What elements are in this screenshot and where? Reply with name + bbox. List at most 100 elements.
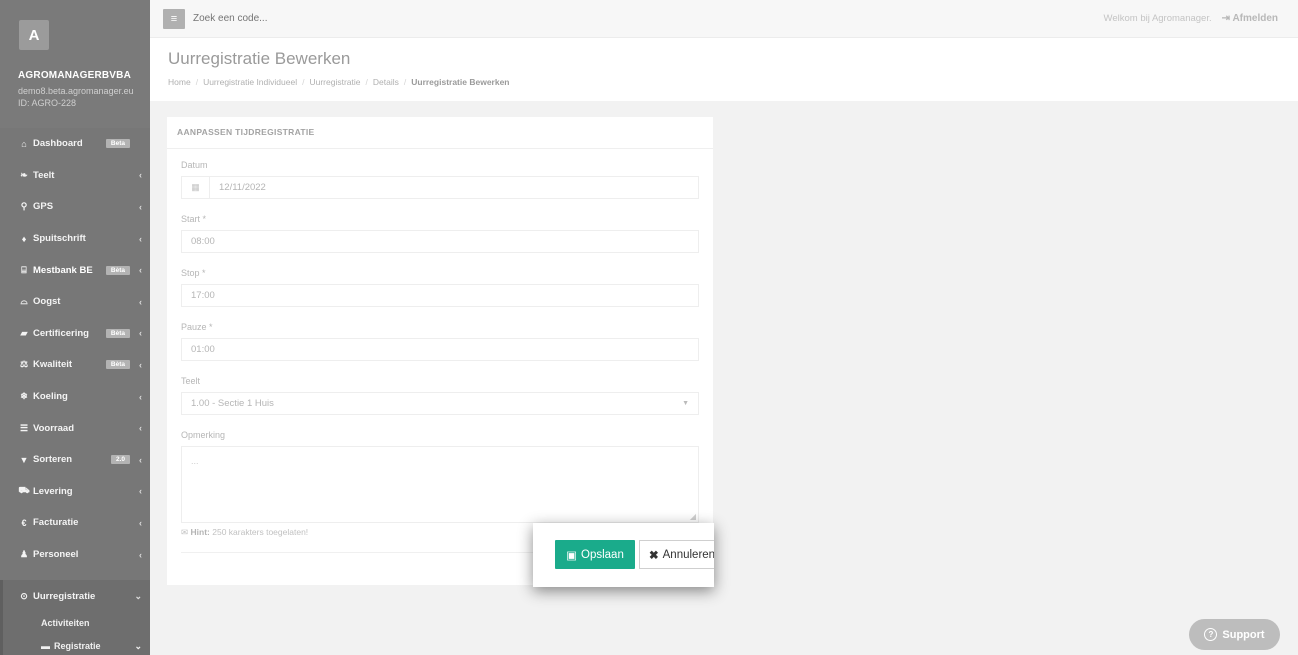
- teelt-label: Teelt: [181, 376, 201, 386]
- bank-icon: ⌸: [21, 264, 27, 275]
- sidebar-item-label: Kwaliteit: [33, 359, 73, 371]
- filter-icon: ▼: [19, 454, 29, 465]
- beta-badge: Bèta: [105, 328, 130, 338]
- chevron-left-icon: ‹: [139, 423, 142, 434]
- chevron-left-icon: ‹: [139, 265, 142, 276]
- question-icon: ?: [1204, 628, 1218, 641]
- topbar: ≡ Welkom bij Agromanager. ⇥ Afmelden: [150, 0, 1298, 38]
- chevron-left-icon: ‹: [139, 454, 142, 465]
- sidebar-item-sorteren[interactable]: ▼ Sorteren 2.0 ‹: [0, 444, 150, 476]
- company-id: ID: AGRO-228: [18, 98, 77, 108]
- sidebar-header: A AGROMANAGERBVBA demo8.beta.agromanager…: [0, 0, 150, 128]
- breadcrumb-separator: /: [403, 77, 407, 87]
- comments-icon: ✉: [181, 527, 189, 537]
- calendar-icon[interactable]: ▦: [182, 177, 210, 198]
- sidebar-item-label: Spuitschrift: [33, 233, 86, 245]
- breadcrumb-separator: /: [365, 77, 368, 87]
- sidebar-item-label: Oogst: [33, 296, 61, 308]
- form-actions-highlight: ▣ Opslaan ✖ Annuleren: [533, 523, 714, 587]
- certificate-icon: ▰: [20, 327, 28, 338]
- search-input[interactable]: [193, 13, 453, 24]
- company-domain: demo8.beta.agromanager.eu: [18, 86, 134, 96]
- chevron-left-icon: ‹: [139, 328, 142, 339]
- sidebar-item-certificering[interactable]: ▰ Certificering Bèta ‹: [0, 318, 150, 350]
- breadcrumb-home[interactable]: Home: [168, 77, 191, 87]
- sidebar-item-oogst[interactable]: ⌓ Oogst ‹: [0, 286, 150, 318]
- stop-value: 17:00: [191, 290, 215, 301]
- thermometer-icon: ❄: [20, 391, 28, 402]
- pauze-field[interactable]: 01:00: [181, 338, 699, 361]
- chevron-left-icon: ‹: [139, 296, 142, 307]
- start-field[interactable]: 08:00: [181, 230, 699, 253]
- sidebar-item-mestbank[interactable]: ⌸ Mestbank BE Bèta ‹: [0, 254, 150, 286]
- chevron-left-icon: ‹: [139, 201, 142, 212]
- datum-field[interactable]: ▦ 12/11/2022: [181, 176, 699, 199]
- sidebar-item-label: Koeling: [33, 391, 68, 403]
- sidebar-item-levering[interactable]: ⛟ Levering ‹: [0, 476, 150, 508]
- chevron-left-icon: ‹: [139, 517, 142, 528]
- sidebar-subitem-label: Activiteiten: [41, 618, 90, 629]
- start-label: Start *: [181, 214, 207, 224]
- sidebar-item-label: GPS: [33, 201, 54, 213]
- pauze-value: 01:00: [191, 344, 215, 355]
- sidebar-item-label: Mestbank BE: [33, 264, 93, 276]
- sidebar-item-label: Sorteren: [33, 454, 73, 466]
- scale-icon: ⚖: [19, 359, 29, 370]
- sidebar-item-facturatie[interactable]: € Facturatie ‹: [0, 507, 150, 539]
- teelt-value: 1.00 - Sectie 1 Huis: [191, 398, 274, 409]
- resize-handle-icon[interactable]: ◢: [690, 512, 696, 521]
- breadcrumb-separator: /: [302, 77, 305, 87]
- sidebar-item-label: Dashboard: [33, 138, 83, 150]
- sidebar-subitem-registratie[interactable]: ▬ Registratie ⌄: [0, 634, 150, 655]
- cancel-label: Annuleren: [662, 548, 714, 561]
- breadcrumb-uurregistratie[interactable]: Uurregistratie: [309, 77, 360, 87]
- save-button[interactable]: ▣ Opslaan: [555, 540, 635, 569]
- sidebar-item-uurregistratie[interactable]: ⊙ Uurregistratie ⌄: [0, 580, 150, 612]
- euro-icon: €: [21, 517, 27, 528]
- sidebar: A AGROMANAGERBVBA demo8.beta.agromanager…: [0, 0, 150, 655]
- caret-down-icon: ▼: [682, 400, 689, 407]
- breadcrumb-uurregistratie-individueel[interactable]: Uurregistratie Individueel: [203, 77, 297, 87]
- breadcrumb-separator: /: [195, 77, 199, 87]
- start-value: 08:00: [191, 236, 215, 247]
- hint-message: 250 karakters toegelaten!: [212, 527, 309, 537]
- logout-label: Afmelden: [1232, 13, 1278, 24]
- user-icon: ♟: [19, 549, 29, 560]
- teelt-select[interactable]: 1.00 - Sectie 1 Huis ▼: [181, 392, 699, 415]
- menu-toggle-button[interactable]: ≡: [163, 8, 185, 29]
- sidebar-item-personeel[interactable]: ♟ Personeel ‹: [0, 539, 150, 571]
- card-title: AANPASSEN TIJDREGISTRATIE: [167, 117, 713, 149]
- save-label: Opslaan: [581, 548, 624, 561]
- chevron-left-icon: ‹: [139, 170, 142, 181]
- support-button[interactable]: ? Support: [1189, 619, 1280, 650]
- sidebar-item-label: Uurregistratie: [33, 590, 96, 602]
- logout-link[interactable]: ⇥ Afmelden: [1222, 13, 1278, 24]
- opmerking-textarea[interactable]: ... ◢: [181, 446, 699, 523]
- opmerking-placeholder: ...: [191, 456, 199, 466]
- opmerking-label: Opmerking: [181, 430, 226, 440]
- sidebar-item-gps[interactable]: ⚲ GPS ‹: [0, 191, 150, 223]
- cancel-button[interactable]: ✖ Annuleren: [639, 540, 714, 569]
- sidebar-item-teelt[interactable]: ❧ Teelt ‹: [0, 160, 150, 192]
- breadcrumb-current: Uurregistratie Bewerken: [411, 77, 510, 87]
- sidebar-item-label: Certificering: [33, 327, 89, 339]
- sidebar-item-dashboard[interactable]: ⌂ Dashboard Beta: [0, 128, 150, 160]
- home-icon: ⌂: [21, 138, 27, 149]
- leaf-icon: ❧: [20, 169, 28, 180]
- avatar[interactable]: A: [19, 20, 49, 50]
- sidebar-subitem-activiteiten[interactable]: Activiteiten: [0, 611, 150, 635]
- welcome-text: Welkom bij Agromanager.: [1103, 13, 1212, 24]
- map-marker-icon: ⚲: [20, 201, 28, 212]
- sidebar-item-kwaliteit[interactable]: ⚖ Kwaliteit Bèta ‹: [0, 349, 150, 381]
- chevron-left-icon: ‹: [139, 549, 142, 560]
- sidebar-item-label: Voorraad: [33, 422, 75, 434]
- sidebar-item-label: Personeel: [33, 549, 79, 561]
- sidebar-item-koeling[interactable]: ❄ Koeling ‹: [0, 381, 150, 413]
- chevron-left-icon: ‹: [139, 391, 142, 402]
- hint-label: Hint:: [190, 527, 210, 537]
- stop-field[interactable]: 17:00: [181, 284, 699, 307]
- sidebar-item-voorraad[interactable]: ☰ Voorraad ‹: [0, 412, 150, 444]
- floppy-disk-icon: ▣: [566, 549, 578, 562]
- breadcrumb-details[interactable]: Details: [373, 77, 399, 87]
- sidebar-item-spuitschrift[interactable]: ♦ Spuitschrift ‹: [0, 223, 150, 255]
